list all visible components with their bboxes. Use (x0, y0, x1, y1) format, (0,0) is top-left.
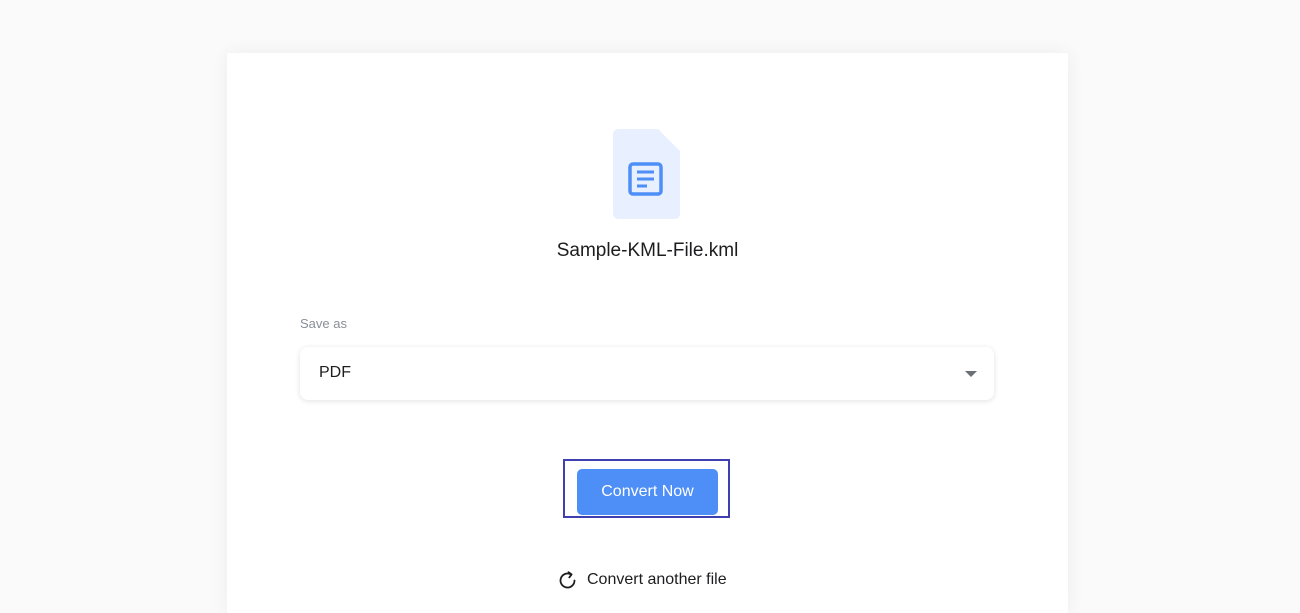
format-select-value: PDF (319, 364, 351, 381)
caret-down-icon (965, 371, 977, 377)
conversion-card: Sample-KML-File.kml Save as PDF Convert … (227, 53, 1068, 613)
file-name: Sample-KML-File.kml (556, 240, 739, 261)
save-as-label: Save as (300, 316, 347, 331)
convert-another-file-label: Convert another file (587, 571, 727, 588)
file-document-icon (613, 129, 680, 219)
convert-another-file-link[interactable]: Convert another file (557, 569, 727, 591)
format-select[interactable]: PDF (300, 347, 994, 400)
refresh-icon (559, 570, 576, 588)
convert-now-button[interactable]: Convert Now (577, 469, 718, 515)
